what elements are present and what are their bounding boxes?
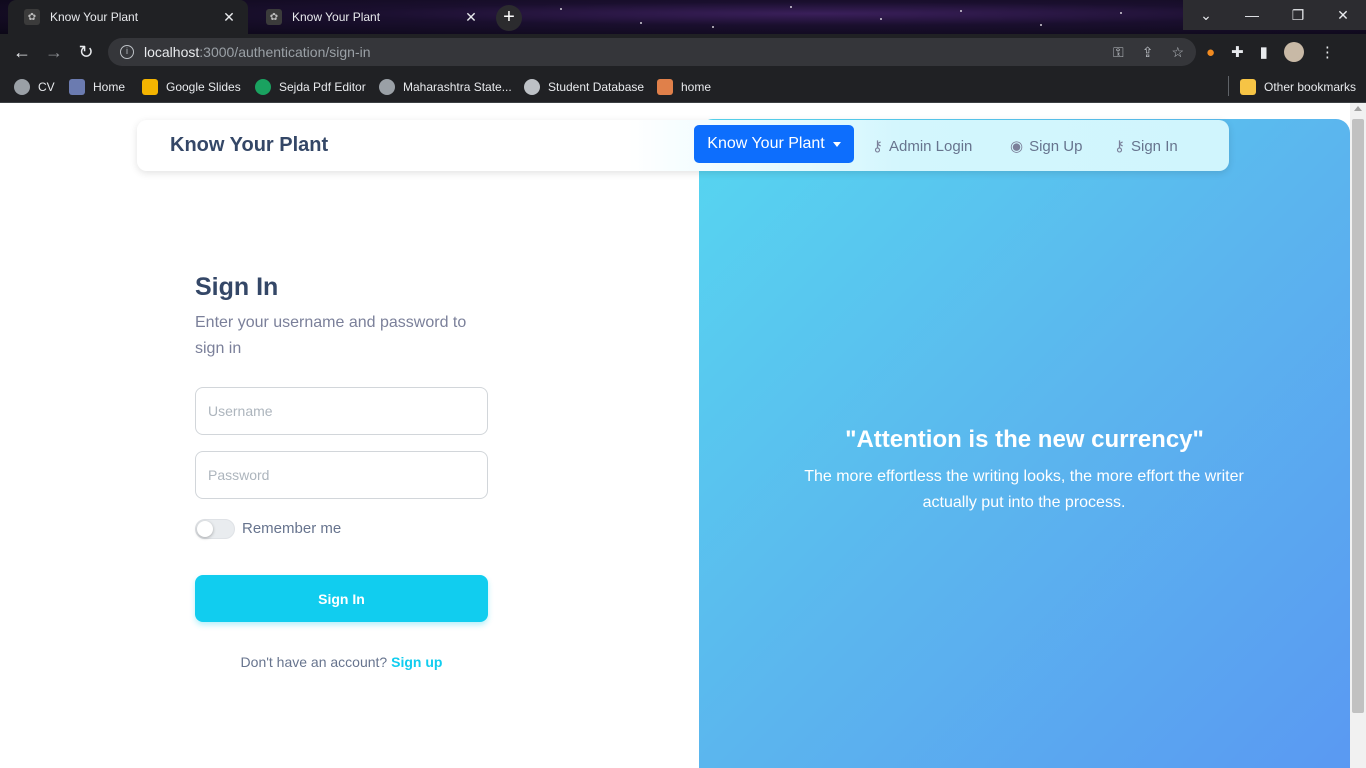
menu-kebab-icon[interactable]: ⋮ <box>1320 43 1335 61</box>
site-info-icon[interactable]: i <box>120 45 134 59</box>
dropdown-label: Know Your Plant <box>707 135 825 152</box>
brand-title[interactable]: Know Your Plant <box>170 134 328 157</box>
star-decor <box>960 10 962 12</box>
window-close-icon[interactable]: ✕ <box>1320 0 1366 30</box>
page-viewport: Know Your Plant Know Your Plant ⚷ Admin … <box>0 103 1366 768</box>
star-decor <box>1040 24 1042 26</box>
scroll-up-arrow-icon[interactable] <box>1354 106 1362 111</box>
signup-prompt-text: Don't have an account? <box>240 654 388 670</box>
remember-me-toggle[interactable] <box>195 519 235 539</box>
nav-link-sign-in[interactable]: ⚷ Sign In <box>1114 136 1178 156</box>
key-icon: ⚷ <box>1114 138 1125 155</box>
side-panel-icon[interactable]: ▮ <box>1260 43 1268 61</box>
star-decor <box>790 6 792 8</box>
hero-body-text: The more effortless the writing looks, t… <box>804 468 1244 511</box>
share-icon[interactable]: ⇪ <box>1142 44 1154 61</box>
close-icon[interactable]: ✕ <box>462 9 480 26</box>
signup-prompt: Don't have an account? Sign up <box>195 654 488 670</box>
nav-link-admin-login[interactable]: ⚷ Admin Login <box>872 136 972 156</box>
restore-icon[interactable]: ❐ <box>1275 0 1321 30</box>
user-circle-icon: ◉ <box>1010 138 1024 155</box>
remember-me-label[interactable]: Remember me <box>242 520 341 537</box>
bookmark-item[interactable]: Maharashtra State... <box>379 76 512 98</box>
back-arrow-icon[interactable]: ← <box>10 41 34 63</box>
scrollbar-thumb[interactable] <box>1352 119 1364 713</box>
globe-icon <box>379 79 395 95</box>
nav-link-sign-up[interactable]: ◉ Sign Up <box>1010 136 1082 156</box>
bookmark-label: Sejda Pdf Editor <box>279 80 366 94</box>
city-icon <box>69 79 85 95</box>
folder-icon <box>1240 79 1256 95</box>
bookmark-label: Google Slides <box>166 80 241 94</box>
bookmark-label: Home <box>93 80 126 94</box>
close-icon[interactable]: ✕ <box>220 9 238 26</box>
username-input[interactable] <box>195 387 488 435</box>
url-path: :3000/authentication/sign-in <box>199 44 371 60</box>
sign-up-link[interactable]: Sign up <box>391 654 442 670</box>
nav-link-label: Admin Login <box>889 137 973 155</box>
page-subtitle: Enter your username and password to sign… <box>195 314 467 357</box>
bookmark-item[interactable]: home <box>657 76 711 98</box>
address-bar[interactable]: i localhost :3000/authentication/sign-in… <box>108 38 1196 66</box>
page-title: Sign In <box>195 273 279 301</box>
star-decor <box>712 26 714 28</box>
bookmark-item[interactable]: Student Database <box>524 76 644 98</box>
tab-search-icon[interactable]: ⌄ <box>1183 0 1229 30</box>
bookmarks-bar: CV Home Google Slides Sejda Pdf Editor M… <box>0 70 1366 103</box>
key-icon[interactable]: ⚿ <box>1113 44 1124 61</box>
plant-favicon-icon: ✿ <box>266 9 282 25</box>
password-input[interactable] <box>195 451 488 499</box>
star-decor <box>560 8 562 10</box>
sejda-icon <box>255 79 271 95</box>
toggle-knob <box>197 521 213 537</box>
tab-title: Know Your Plant <box>292 10 381 24</box>
plant-favicon-icon: ✿ <box>24 9 40 25</box>
database-icon <box>524 79 540 95</box>
flag-icon <box>657 79 673 95</box>
bookmark-label: CV <box>38 80 55 94</box>
bookmark-item[interactable]: Sejda Pdf Editor <box>255 76 366 98</box>
browser-tab-strip: ✿ Know Your Plant ✕ ✿ Know Your Plant ✕ … <box>0 0 1366 34</box>
star-decor <box>1120 12 1122 14</box>
nav-link-label: Sign Up <box>1029 137 1083 155</box>
site-navbar: Know Your Plant Know Your Plant ⚷ Admin … <box>137 120 1229 171</box>
browser-toolbar: ← → ↻ i localhost :3000/authentication/s… <box>0 34 1366 70</box>
sign-in-button[interactable]: Sign In <box>195 575 488 622</box>
puzzle-icon[interactable]: ✚ <box>1231 43 1244 61</box>
bookmark-label: Student Database <box>548 80 645 94</box>
key-icon: ⚷ <box>872 138 883 155</box>
url-host: localhost <box>144 44 200 60</box>
bookmark-item[interactable]: CV <box>14 76 55 98</box>
nav-link-label: Sign In <box>1131 137 1178 155</box>
nav-dropdown-button[interactable]: Know Your Plant <box>694 125 854 163</box>
extension-icon[interactable]: ● <box>1206 44 1215 61</box>
globe-icon <box>14 79 30 95</box>
other-bookmarks[interactable]: Other bookmarks <box>1240 76 1356 98</box>
bookmark-label: Maharashtra State... <box>403 80 512 94</box>
hero-quote: "Attention is the new currency" <box>845 426 1204 453</box>
caret-down-icon <box>832 141 841 147</box>
browser-tab[interactable]: ✿ Know Your Plant ✕ <box>250 0 490 34</box>
reload-icon[interactable]: ↻ <box>74 41 98 63</box>
forward-arrow-icon[interactable]: → <box>42 41 66 63</box>
divider <box>1228 76 1229 96</box>
minimize-icon[interactable]: — <box>1229 0 1275 30</box>
bookmark-item[interactable]: Google Slides <box>142 76 241 98</box>
bookmark-label: home <box>681 80 712 94</box>
browser-tab-active[interactable]: ✿ Know Your Plant ✕ <box>8 0 248 34</box>
bookmark-item[interactable]: Home <box>69 76 125 98</box>
star-decor <box>880 18 882 20</box>
profile-avatar[interactable] <box>1283 42 1304 62</box>
new-tab-button[interactable]: + <box>496 5 522 31</box>
slides-icon <box>142 79 158 95</box>
tab-title: Know Your Plant <box>50 10 139 24</box>
star-decor <box>640 22 642 24</box>
bookmark-star-icon[interactable]: ☆ <box>1171 44 1184 61</box>
bookmark-label: Other bookmarks <box>1264 80 1357 94</box>
